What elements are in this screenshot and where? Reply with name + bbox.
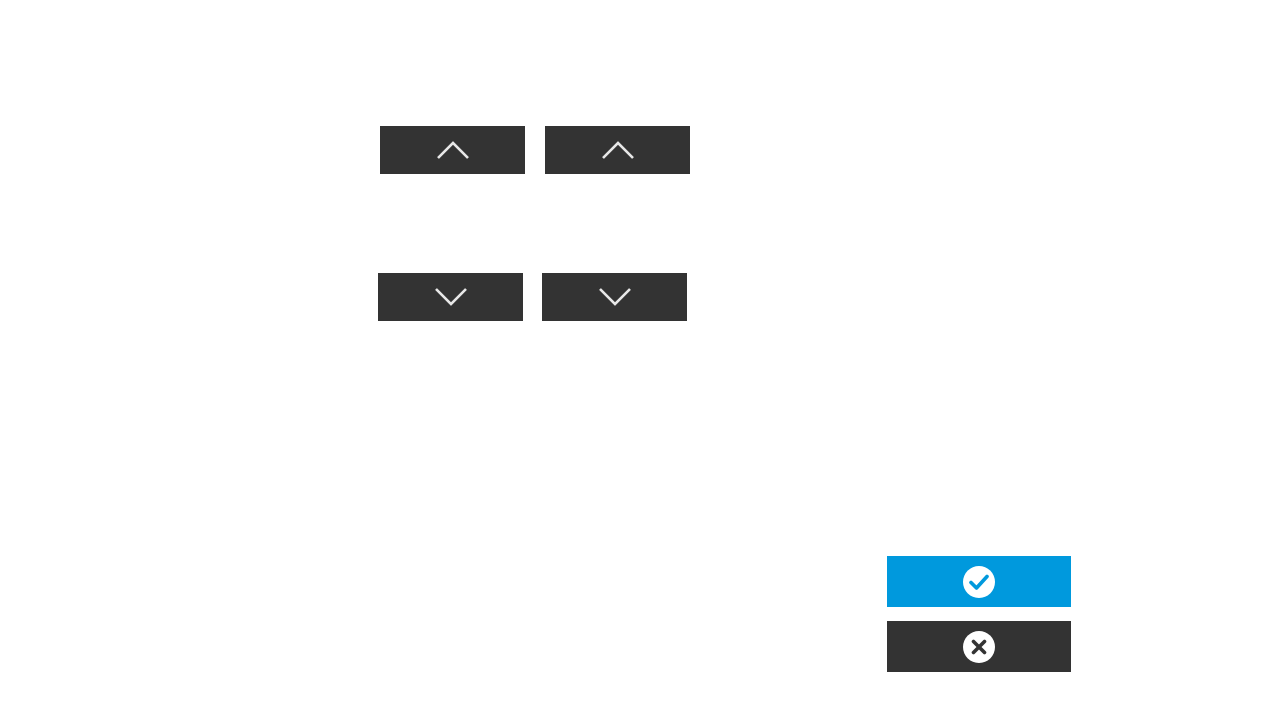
confirm-button[interactable] [887,556,1071,607]
decrease-button-left[interactable] [378,273,523,321]
chevron-up-icon [436,141,469,159]
chevron-down-icon [598,288,631,306]
increase-button-left[interactable] [380,126,525,174]
cancel-button[interactable] [887,621,1071,672]
decrease-button-right[interactable] [542,273,687,321]
chevron-up-icon [601,141,634,159]
increase-button-right[interactable] [545,126,690,174]
checkmark-circle-icon [963,565,995,598]
chevron-down-icon [434,288,467,306]
close-circle-icon [963,630,995,663]
